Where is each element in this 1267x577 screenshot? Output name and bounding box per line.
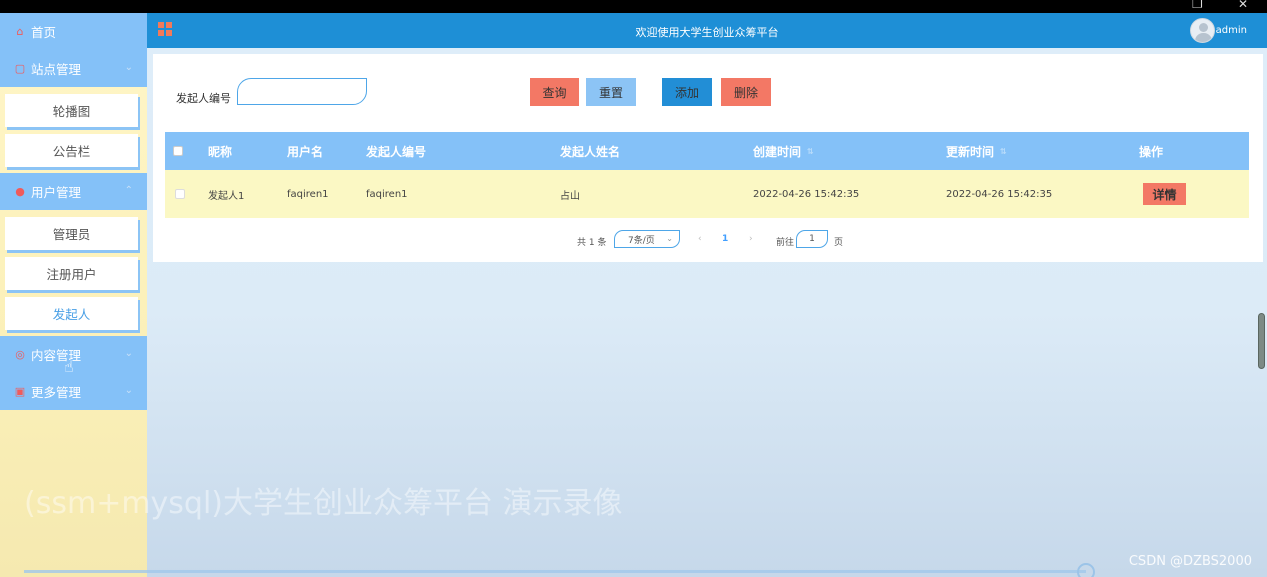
video-progress-handle[interactable] (1077, 563, 1095, 577)
username[interactable]: admin (1216, 25, 1247, 36)
prev-page-button[interactable]: ‹ (698, 234, 702, 244)
add-button[interactable]: 添加 (662, 78, 712, 106)
select-all-checkbox[interactable] (173, 132, 183, 170)
delete-button[interactable]: 删除 (721, 78, 771, 106)
next-page-button[interactable]: › (749, 234, 753, 244)
search-label: 发起人编号 (176, 92, 231, 105)
sort-icon[interactable]: ⇅ (1000, 147, 1007, 156)
page-size-select[interactable]: 7条/页 ⌄ (614, 230, 680, 248)
detail-button[interactable]: 详情 (1143, 183, 1186, 205)
goto-label: 前往 (776, 238, 795, 248)
menu-user-label: 用户管理 (31, 185, 82, 200)
cell-username: faqiren1 (287, 188, 329, 200)
sidebar-item-carousel[interactable]: 轮播图 (5, 94, 138, 127)
sidebar-item-sponsor[interactable]: 发起人 (5, 297, 138, 330)
pagination: 共 1 条 7条/页 ⌄ ‹ 1 › 前往 1 页 (153, 230, 1263, 250)
cell-nickname: 发起人1 (208, 190, 245, 202)
more-icon: ▣ (14, 385, 26, 398)
table-header: 昵称 用户名 发起人编号 发起人姓名 创建时间 ⇅ 更新时间 ⇅ 操作 (165, 132, 1249, 170)
window-titlebar: ❐ ✕ (0, 0, 1267, 13)
site-icon: ▢ (14, 62, 26, 75)
chevron-down-icon: ⌄ (124, 385, 133, 396)
header-username: 用户名 (287, 144, 324, 159)
restore-icon[interactable]: ❐ (1192, 0, 1203, 11)
video-progress-bar[interactable] (24, 570, 1086, 573)
page-number-current[interactable]: 1 (722, 234, 728, 244)
cell-created-time: 2022-04-26 15:42:35 (753, 188, 860, 200)
video-title-overlay: (ssm+mysql)大学生创业众筹平台 演示录像 (24, 486, 623, 521)
sidebar-item-registered-users[interactable]: 注册用户 (5, 257, 138, 290)
hand-cursor-icon: ☝ (64, 357, 74, 376)
sponsor-no-input[interactable] (237, 78, 367, 105)
cell-sponsor-name: 占山 (560, 190, 580, 202)
reset-button[interactable]: 重置 (586, 78, 636, 106)
scrollbar-thumb[interactable] (1258, 313, 1265, 369)
menu-user-management[interactable]: ● 用户管理 ⌃ (0, 173, 147, 210)
cell-updated-time: 2022-04-26 15:42:35 (946, 188, 1053, 200)
cell-actions: 详情 (1143, 170, 1186, 218)
menu-site-label: 站点管理 (31, 62, 82, 77)
page-size-value: 7条/页 (628, 235, 655, 246)
header-updated-time[interactable]: 更新时间 ⇅ (946, 132, 1007, 170)
top-header: 欢迎使用大学生创业众筹平台 admin (147, 13, 1267, 48)
pagination-total: 共 1 条 (577, 238, 607, 248)
chevron-up-icon: ⌃ (124, 185, 133, 196)
goto-page-input[interactable]: 1 (796, 230, 828, 248)
watermark: CSDN @DZBS2000 (1128, 554, 1252, 569)
content-icon: ◎ (15, 348, 25, 361)
query-button[interactable]: 查询 (530, 78, 579, 106)
header-created-label: 创建时间 (753, 144, 802, 159)
close-icon[interactable]: ✕ (1238, 0, 1248, 11)
home-icon: ⌂ (16, 25, 24, 38)
header-sponsor-no: 发起人编号 (366, 144, 427, 159)
menu-home-label: 首页 (31, 25, 57, 40)
list-card: 发起人编号 查询 重置 添加 删除 昵称 用户名 发起人编号 发起人姓名 创建时… (153, 54, 1263, 262)
menu-home[interactable]: ⌂ 首页 (0, 13, 147, 50)
header-created-time[interactable]: 创建时间 ⇅ (753, 132, 814, 170)
menu-site-management[interactable]: ▢ 站点管理 ⌄ (0, 50, 147, 87)
header-sponsor-name: 发起人姓名 (560, 144, 621, 159)
row-checkbox[interactable] (175, 170, 185, 218)
user-icon: ● (15, 185, 25, 198)
header-nickname: 昵称 (208, 144, 233, 159)
sidebar-item-notice[interactable]: 公告栏 (5, 134, 138, 167)
table-row: 发起人1 faqiren1 faqiren1 占山 2022-04-26 15:… (165, 170, 1249, 218)
cell-sponsor-no: faqiren1 (366, 188, 408, 200)
sidebar-item-admin[interactable]: 管理员 (5, 217, 138, 250)
header-actions: 操作 (1139, 144, 1164, 159)
chevron-down-icon: ⌄ (124, 62, 133, 73)
page-title: 欢迎使用大学生创业众筹平台 (635, 26, 779, 39)
menu-more-management[interactable]: ▣ 更多管理 ⌄ (0, 373, 147, 410)
menu-more-label: 更多管理 (31, 385, 82, 400)
sort-icon[interactable]: ⇅ (807, 147, 814, 156)
avatar[interactable] (1190, 18, 1215, 43)
chevron-down-icon: ⌄ (124, 348, 133, 359)
chevron-down-icon: ⌄ (666, 234, 673, 243)
page-unit-label: 页 (834, 238, 844, 248)
header-updated-label: 更新时间 (946, 144, 995, 159)
